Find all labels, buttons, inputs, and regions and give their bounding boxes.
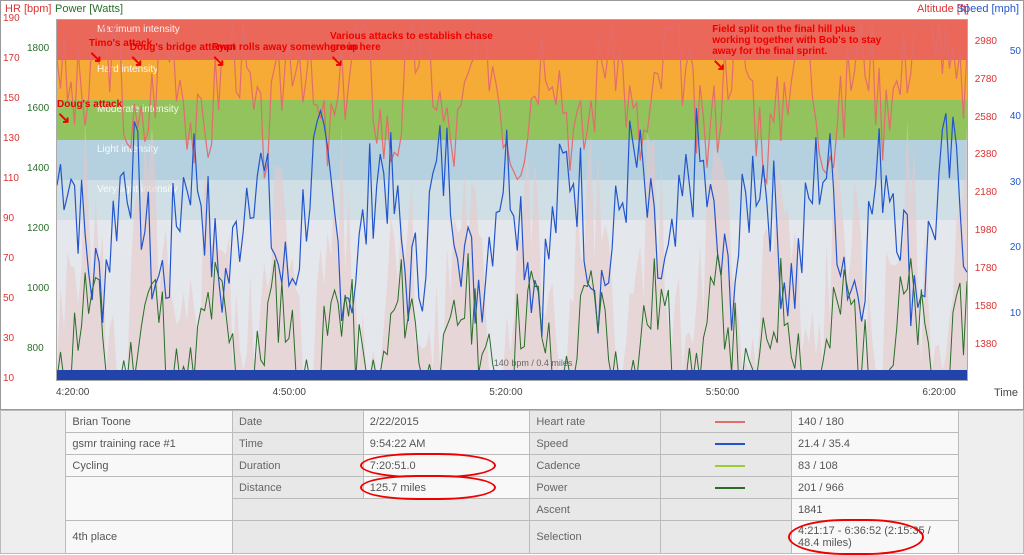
ascent-label: Ascent — [530, 499, 661, 521]
speed-label: Speed — [530, 433, 661, 455]
empty-cell — [66, 477, 233, 521]
duration-label: Duration — [232, 455, 363, 477]
plot-area[interactable]: Maximum intensityHard intensityModerate … — [56, 19, 968, 381]
hr-value: 140 / 180 — [792, 411, 959, 433]
hr-label: Heart rate — [530, 411, 661, 433]
speed-value: 21.4 / 35.4 — [792, 433, 959, 455]
power-value: 201 / 966 — [792, 477, 959, 499]
y-axis-speed-label: Speed [mph] — [957, 3, 1019, 15]
selection-bar[interactable] — [57, 370, 967, 380]
y-axis-power-label: Power [Watts] — [55, 3, 123, 15]
cadence-legend-line — [715, 465, 745, 467]
selection-value: 4:21:17 - 6:36:52 (2:15:35 / 48.4 miles) — [792, 521, 959, 554]
power-label: Power — [530, 477, 661, 499]
hr-legend-line — [715, 421, 745, 423]
speed-legend-line — [715, 443, 745, 445]
selection-label: Selection — [530, 521, 661, 554]
date-label: Date — [232, 411, 363, 433]
time-value: 9:54:22 AM — [363, 433, 530, 455]
cadence-value: 83 / 108 — [792, 455, 959, 477]
duration-value: 7:20:51.0 — [363, 455, 530, 477]
x-axis-label: Time — [994, 387, 1018, 399]
workout-chart[interactable]: HR [bpm] Power [Watts] Altitude [ft] Spe… — [0, 0, 1024, 410]
power-legend-line — [715, 487, 745, 489]
event-name: gsmr training race #1 — [66, 433, 233, 455]
summary-table: Brian Toone Date 2/22/2015 Heart rate 14… — [0, 410, 1024, 554]
footer-note: 140 bpm / 0.4 miles — [494, 358, 573, 368]
cadence-label: Cadence — [530, 455, 661, 477]
ascent-value: 1841 — [792, 499, 959, 521]
distance-value: 125.7 miles — [363, 477, 530, 499]
athlete-name: Brian Toone — [66, 411, 233, 433]
x-axis: 4:20:004:50:005:20:005:50:006:20:00 Time — [56, 381, 968, 409]
time-label: Time — [232, 433, 363, 455]
distance-label: Distance — [232, 477, 363, 499]
sport-name: Cycling — [66, 455, 233, 477]
result: 4th place — [66, 521, 233, 554]
date-value: 2/22/2015 — [363, 411, 530, 433]
